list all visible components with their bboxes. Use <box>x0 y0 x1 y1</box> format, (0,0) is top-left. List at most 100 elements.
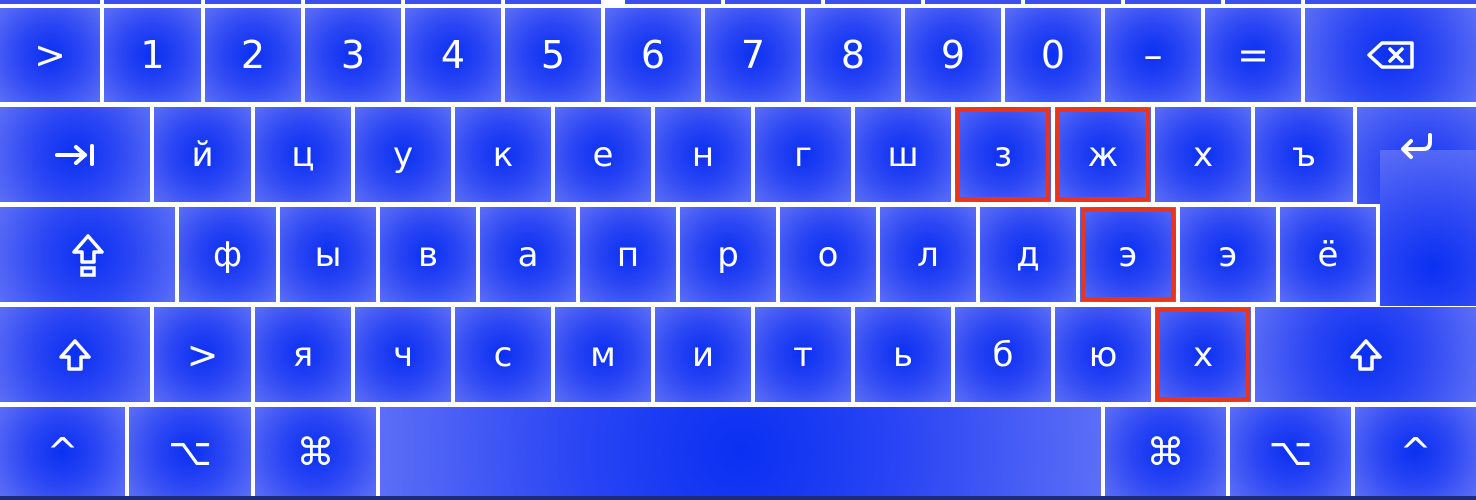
key-0[interactable]: 0 <box>1005 8 1101 102</box>
key-ж[interactable]: ж <box>1055 107 1151 202</box>
key-command-right[interactable]: ⌘ <box>1105 407 1226 496</box>
key-ctrl-left[interactable]: ^ <box>0 407 125 496</box>
key-label: и <box>691 334 715 375</box>
key-4[interactable]: 4 <box>405 8 501 102</box>
key-label: ъ <box>1291 134 1317 175</box>
key-я[interactable]: я <box>255 307 351 402</box>
key-1[interactable]: 1 <box>104 8 201 102</box>
key-7[interactable]: 7 <box>705 8 801 102</box>
key-label: 1 <box>140 33 165 77</box>
key-section[interactable]: > <box>0 8 100 102</box>
key-label: 0 <box>1040 33 1066 77</box>
key-minus[interactable]: – <box>1105 8 1201 102</box>
key-label: 5 <box>540 33 566 77</box>
key-у[interactable]: у <box>355 107 451 202</box>
key-label: э <box>1218 234 1238 275</box>
top-row-edge <box>205 0 301 4</box>
key-label: ё <box>1317 234 1339 275</box>
key-label: 9 <box>940 33 966 77</box>
key-label: м <box>590 334 616 375</box>
key-label: ф <box>212 234 243 275</box>
key-ы[interactable]: ы <box>280 207 376 302</box>
key-и[interactable]: и <box>655 307 751 402</box>
key-equals[interactable]: = <box>1205 8 1301 102</box>
key-shift-right[interactable] <box>1255 307 1476 402</box>
key-м[interactable]: м <box>555 307 651 402</box>
key-label: п <box>616 234 640 275</box>
key-5[interactable]: 5 <box>505 8 601 102</box>
key-tab[interactable] <box>0 107 150 202</box>
top-row-edge <box>104 0 201 4</box>
key-label: в <box>417 234 439 275</box>
key-ctrl-right[interactable]: ^ <box>1355 407 1476 496</box>
tab-icon <box>55 143 94 166</box>
key-label: с <box>493 334 513 375</box>
top-row-edge <box>1025 0 1121 4</box>
key-г[interactable]: г <box>755 107 851 202</box>
key-backspace[interactable] <box>1305 8 1476 102</box>
key-label: ⌥ <box>1268 429 1313 474</box>
top-row-edge <box>1125 0 1221 4</box>
key-в[interactable]: в <box>380 207 476 302</box>
key-label: х <box>1192 334 1214 375</box>
key-л[interactable]: л <box>880 207 976 302</box>
caps-lock-icon <box>71 233 104 277</box>
backspace-icon <box>1366 41 1414 69</box>
key-space[interactable] <box>380 407 1101 496</box>
key-о[interactable]: о <box>780 207 876 302</box>
key-п[interactable]: п <box>580 207 676 302</box>
key-6[interactable]: 6 <box>605 8 701 102</box>
key-label: 8 <box>840 33 866 77</box>
key-caps-lock[interactable] <box>0 207 175 302</box>
key-к[interactable]: к <box>455 107 551 202</box>
key-а[interactable]: а <box>480 207 576 302</box>
key-ч[interactable]: ч <box>355 307 451 402</box>
key-label: я <box>292 334 314 375</box>
key-с[interactable]: с <box>455 307 551 402</box>
key-enter-lower[interactable] <box>1380 150 1476 306</box>
key-label: г <box>794 134 812 175</box>
key-н[interactable]: н <box>655 107 751 202</box>
key-command-left[interactable]: ⌘ <box>255 407 376 496</box>
key-label: ч <box>392 334 414 375</box>
key-э[interactable]: э <box>1180 207 1276 302</box>
key-х-highlighted[interactable]: х <box>1155 307 1251 402</box>
key-label: > <box>186 332 219 377</box>
key-2[interactable]: 2 <box>205 8 301 102</box>
key-ф[interactable]: ф <box>179 207 276 302</box>
key-й[interactable]: й <box>154 107 251 202</box>
key-label: а <box>517 234 539 275</box>
key-д[interactable]: д <box>980 207 1076 302</box>
key-х[interactable]: х <box>1155 107 1251 202</box>
key-ё[interactable]: ё <box>1280 207 1376 302</box>
key-angle-bracket[interactable]: > <box>154 307 251 402</box>
key-label: й <box>191 134 214 175</box>
key-shift-left[interactable] <box>0 307 150 402</box>
key-option-right[interactable]: ⌥ <box>1230 407 1351 496</box>
key-е[interactable]: е <box>555 107 651 202</box>
key-label: 4 <box>440 33 466 77</box>
key-8[interactable]: 8 <box>805 8 901 102</box>
key-ц[interactable]: ц <box>255 107 351 202</box>
key-9[interactable]: 9 <box>905 8 1001 102</box>
key-option-left[interactable]: ⌥ <box>129 407 251 496</box>
key-б[interactable]: б <box>955 307 1051 402</box>
key-ъ[interactable]: ъ <box>1255 107 1353 202</box>
shift-icon <box>1349 338 1382 371</box>
top-row-edge <box>725 0 821 4</box>
key-ш[interactable]: ш <box>855 107 951 202</box>
key-р[interactable]: р <box>680 207 776 302</box>
key-т[interactable]: т <box>755 307 851 402</box>
key-ю[interactable]: ю <box>1055 307 1151 402</box>
key-з[interactable]: з <box>955 107 1051 202</box>
key-label: л <box>917 234 939 275</box>
key-label: о <box>817 234 839 275</box>
key-э-highlighted[interactable]: э <box>1080 207 1176 302</box>
top-row-edge <box>925 0 1021 4</box>
key-label: х <box>1192 134 1214 175</box>
key-label: ^ <box>46 429 79 474</box>
key-label: ь <box>892 334 914 375</box>
key-ь[interactable]: ь <box>855 307 951 402</box>
onscreen-keyboard: > 1 2 3 4 5 6 7 8 9 0 – = й ц у к е н г … <box>0 0 1476 500</box>
key-3[interactable]: 3 <box>305 8 401 102</box>
